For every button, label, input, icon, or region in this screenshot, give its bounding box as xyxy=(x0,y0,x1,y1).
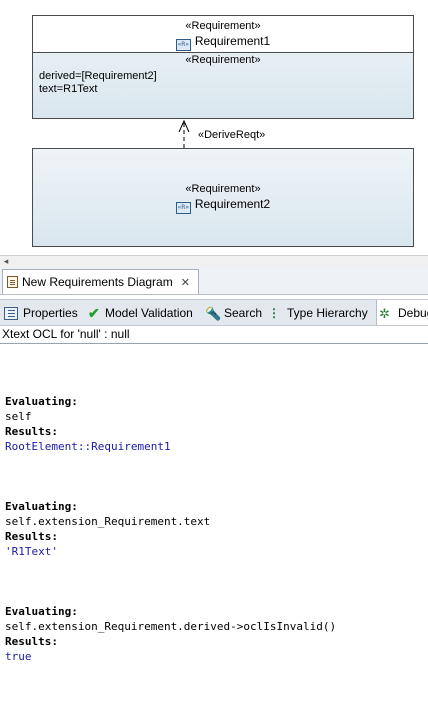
tab-properties-label: Properties xyxy=(23,306,78,320)
result-text: true xyxy=(5,650,32,663)
console-title: Xtext OCL for 'null' : null xyxy=(2,327,130,341)
tab-search[interactable]: 🔦 Search xyxy=(205,300,263,325)
expression-text: self.extension_Requirement.derived->oclI… xyxy=(5,620,337,633)
tab-debug-label: Debug xyxy=(398,306,428,320)
editor-tab-label: New Requirements Diagram xyxy=(22,275,173,289)
scroll-left-icon[interactable]: ◂ xyxy=(1,256,11,267)
derive-label: «DeriveReqt» xyxy=(198,129,266,141)
console-body: Evaluating: self Results: RootElement::Requ… xyxy=(5,364,336,709)
views-tab-bar: Properties ✔ Model Validation 🔦 Search ⋮… xyxy=(0,299,428,326)
requirement-icon: «R» xyxy=(175,202,191,214)
diagram-canvas[interactable]: «Requirement» «R» Requirement1 «Requireme… xyxy=(0,0,428,255)
results-label: Results: xyxy=(5,530,58,543)
evaluation-entry: Evaluating: self.extension_Requirement.de… xyxy=(5,604,336,664)
expression-text: self.extension_Requirement.text xyxy=(5,515,211,528)
requirement2-stereotype: «Requirement» xyxy=(185,183,261,195)
check-icon: ✔ xyxy=(88,304,100,321)
requirement2-name: Requirement2 xyxy=(194,197,271,211)
tab-search-label: Search xyxy=(224,306,263,320)
diagram-icon xyxy=(7,276,18,288)
tab-debug[interactable]: ✲ Debug xyxy=(376,300,428,325)
properties-icon xyxy=(4,306,18,320)
requirement2-name-row: «R» Requirement2 xyxy=(33,196,413,214)
evaluation-entry: Evaluating:selfResults:RootElement::Requ… xyxy=(5,394,336,454)
close-icon[interactable]: ✕ xyxy=(181,276,190,289)
tab-type-hierarchy-label: Type Hierarchy xyxy=(287,306,368,320)
hierarchy-icon: ⋮ xyxy=(268,305,280,320)
result-text: RootElement::Requirement1 xyxy=(5,440,171,453)
expression-text: self xyxy=(5,410,32,423)
results-label: Results: xyxy=(5,425,58,438)
tab-type-hierarchy[interactable]: ⋮ Type Hierarchy xyxy=(268,300,368,325)
horizontal-scrollbar[interactable]: ◂ xyxy=(0,255,428,267)
results-label: Results: xyxy=(5,635,58,648)
ocl-console-output[interactable]: Evaluating: self Results: RootElement::Requ… xyxy=(0,343,428,663)
evaluating-label: Evaluating: xyxy=(5,605,78,618)
evaluating-label: Evaluating: xyxy=(5,395,78,408)
result-text: 'R1Text' xyxy=(5,545,58,558)
tab-properties[interactable]: Properties xyxy=(4,300,78,325)
tab-model-validation-label: Model Validation xyxy=(105,306,193,320)
evaluating-label: Evaluating: xyxy=(5,500,78,513)
editor-tab-bar: New Requirements Diagram ✕ xyxy=(0,267,428,295)
debug-icon: ✲ xyxy=(379,305,390,321)
tab-new-requirements-diagram[interactable]: New Requirements Diagram ✕ xyxy=(2,269,199,294)
tab-model-validation[interactable]: ✔ Model Validation xyxy=(88,300,193,325)
requirement2-node[interactable]: «Requirement» «R» Requirement2 xyxy=(32,148,414,247)
evaluation-entry: Evaluating: self.extension_Requirement.te… xyxy=(5,499,336,559)
search-icon: 🔦 xyxy=(205,305,222,321)
